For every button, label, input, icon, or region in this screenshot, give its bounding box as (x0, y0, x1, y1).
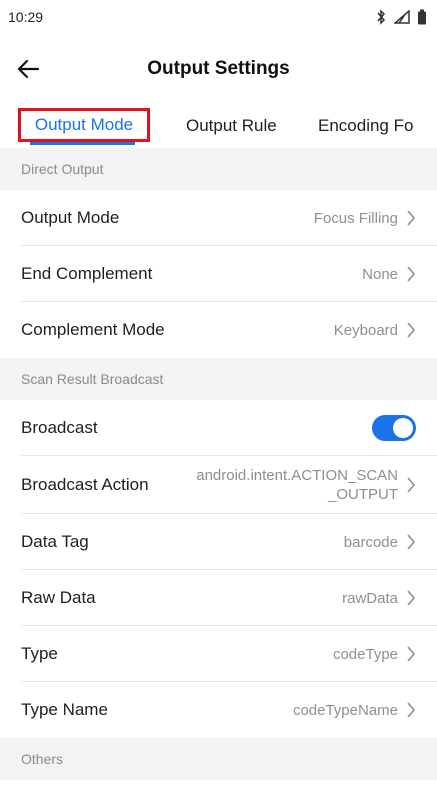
back-button[interactable] (14, 55, 42, 83)
tab-output-mode[interactable]: Output Mode (18, 108, 150, 142)
row-value: android.intent.ACTION_SCAN_OUTPUT (196, 467, 398, 503)
row-data-tag[interactable]: Data Tag barcode (0, 514, 437, 570)
chevron-right-icon (407, 590, 416, 606)
row-label: Raw Data (21, 588, 96, 607)
section-header-others: Others (0, 738, 437, 780)
row-label: Output Mode (21, 208, 120, 227)
row-value: barcode (343, 533, 398, 551)
chevron-right-icon (407, 266, 416, 282)
row-end-complement[interactable]: End Complement None (0, 246, 437, 302)
signal-icon (394, 10, 410, 24)
active-tab-indicator (30, 142, 135, 145)
chevron-right-icon (407, 702, 416, 718)
battery-icon (418, 9, 426, 25)
row-value: Keyboard (333, 321, 398, 339)
arrow-left-icon (17, 59, 39, 79)
row-broadcast-action[interactable]: Broadcast Action android.intent.ACTION_S… (0, 456, 437, 514)
row-complement-mode[interactable]: Complement Mode Keyboard (0, 302, 437, 358)
row-value: Focus Filling (313, 209, 398, 227)
status-bar: 10:29 (0, 0, 437, 34)
chevron-right-icon (407, 534, 416, 550)
status-icons (375, 9, 427, 25)
row-value: None (362, 265, 398, 283)
chevron-right-icon (407, 477, 416, 493)
row-value: codeType (332, 645, 398, 663)
section-header-direct-output: Direct Output (0, 148, 437, 190)
row-others-partial (0, 780, 437, 803)
broadcast-toggle[interactable] (372, 415, 416, 441)
row-type[interactable]: Type codeType (0, 626, 437, 682)
row-label: Type Name (21, 700, 108, 719)
row-value: rawData (342, 589, 398, 607)
page-title: Output Settings (147, 58, 290, 79)
tab-output-rule[interactable]: Output Rule (186, 104, 277, 148)
toggle-knob (393, 418, 413, 438)
tab-bar: Output Mode Output Rule Encoding Fo (0, 104, 437, 148)
chevron-right-icon (407, 210, 416, 226)
tab-encoding-format[interactable]: Encoding Fo (318, 104, 413, 148)
section-header-broadcast: Scan Result Broadcast (0, 358, 437, 400)
row-label: Complement Mode (21, 320, 165, 339)
status-time: 10:29 (8, 9, 44, 25)
row-broadcast: Broadcast (0, 400, 437, 456)
row-label: End Complement (21, 264, 153, 283)
chevron-right-icon (407, 646, 416, 662)
app-bar: Output Settings (0, 34, 437, 104)
bluetooth-icon (377, 9, 386, 25)
chevron-right-icon (407, 322, 416, 338)
screen: 10:29 Output Settings Output Mode Output… (0, 0, 437, 803)
row-label: Broadcast Action (21, 475, 149, 494)
row-output-mode[interactable]: Output Mode Focus Filling (0, 190, 437, 246)
row-value: codeTypeName (292, 701, 398, 719)
row-label: Broadcast (21, 418, 98, 437)
row-raw-data[interactable]: Raw Data rawData (0, 570, 437, 626)
row-label: Type (21, 644, 58, 663)
row-type-name[interactable]: Type Name codeTypeName (0, 682, 437, 738)
row-label: Data Tag (21, 532, 89, 551)
